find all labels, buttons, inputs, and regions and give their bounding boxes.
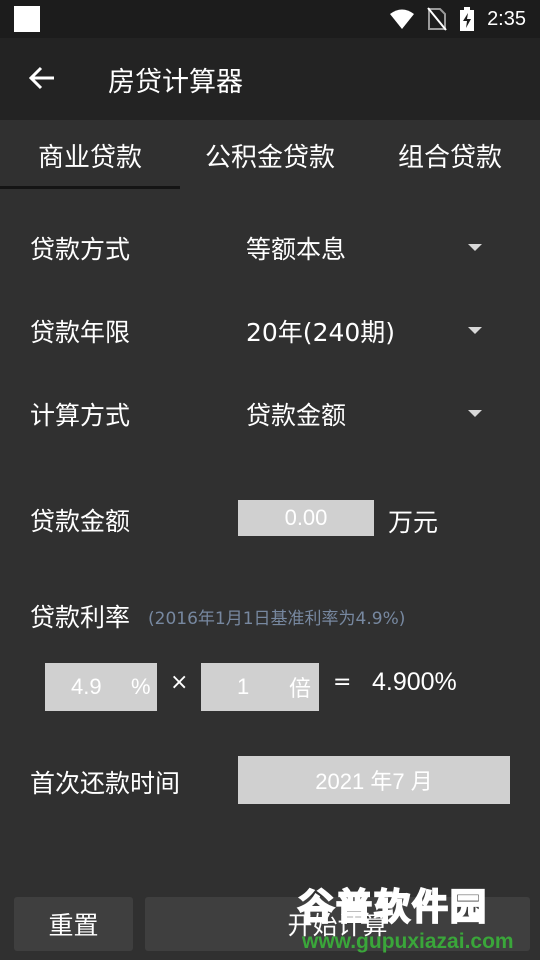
first-payment-label: 首次还款时间 — [30, 769, 181, 798]
status-icons: 2:35 — [389, 0, 526, 38]
wifi-icon — [390, 9, 415, 29]
loan-method-value: 等额本息 — [246, 235, 347, 264]
interest-rate-input[interactable]: 4.9 % — [45, 663, 157, 711]
page-title: 房贷计算器 — [108, 67, 243, 98]
loan-term-select[interactable]: 20年(240期) — [236, 303, 496, 359]
interest-rate-label: 贷款利率 — [30, 603, 131, 632]
interest-rate-value: 4.9 — [71, 674, 102, 699]
calc-method-select[interactable]: 贷款金额 — [236, 386, 496, 442]
loan-term-label: 贷款年限 — [30, 318, 131, 347]
watermark-url: www.gupuxiazai.com — [302, 930, 514, 953]
rate-multiplier-input[interactable]: 1 倍 — [201, 663, 319, 711]
interest-rate-result: 4.900% — [372, 668, 457, 696]
notification-icon — [14, 6, 40, 32]
loan-method-label: 贷款方式 — [30, 235, 131, 264]
loan-amount-label: 贷款金额 — [30, 507, 131, 536]
battery-charging-icon — [460, 7, 475, 31]
app-toolbar: 房贷计算器 — [0, 38, 540, 120]
loan-method-select[interactable]: 等额本息 — [236, 220, 496, 276]
calc-method-label: 计算方式 — [30, 401, 131, 430]
loan-term-value: 20年(240期) — [246, 318, 396, 347]
back-arrow-icon — [29, 66, 54, 90]
reset-button[interactable]: 重置 — [14, 897, 133, 951]
status-time: 2:35 — [487, 7, 526, 30]
tab-combined-loan[interactable]: 组合贷款 — [360, 120, 540, 190]
watermark-logo: 谷普软件园 www.gupuxiazai.com — [290, 872, 540, 960]
multiplier-unit: 倍 — [289, 676, 312, 701]
status-bar: 2:35 — [0, 0, 540, 38]
watermark-title: 谷普软件园 — [297, 886, 489, 929]
percent-sign: % — [131, 674, 151, 699]
multiply-sign: × — [170, 670, 189, 695]
first-payment-date-picker[interactable]: 2021 年7 月 — [238, 756, 510, 804]
interest-rate-hint: (2016年1月1日基准利率为4.9%) — [148, 609, 406, 629]
chevron-down-icon — [468, 410, 482, 417]
back-button[interactable] — [22, 58, 62, 98]
chevron-down-icon — [468, 327, 482, 334]
no-sim-icon — [427, 7, 447, 31]
tab-provident-fund-loan[interactable]: 公积金贷款 — [180, 120, 360, 190]
tab-commercial-loan[interactable]: 商业贷款 — [0, 120, 180, 190]
calc-method-value: 贷款金额 — [246, 401, 347, 430]
chevron-down-icon — [468, 244, 482, 251]
rate-multiplier-value: 1 — [237, 674, 250, 699]
tab-indicator — [0, 186, 180, 189]
tab-bar: 商业贷款 公积金贷款 组合贷款 — [0, 120, 540, 190]
equals-sign: = — [333, 670, 352, 695]
loan-amount-input[interactable]: 0.00 — [238, 500, 374, 536]
loan-amount-unit: 万元 — [388, 508, 439, 537]
